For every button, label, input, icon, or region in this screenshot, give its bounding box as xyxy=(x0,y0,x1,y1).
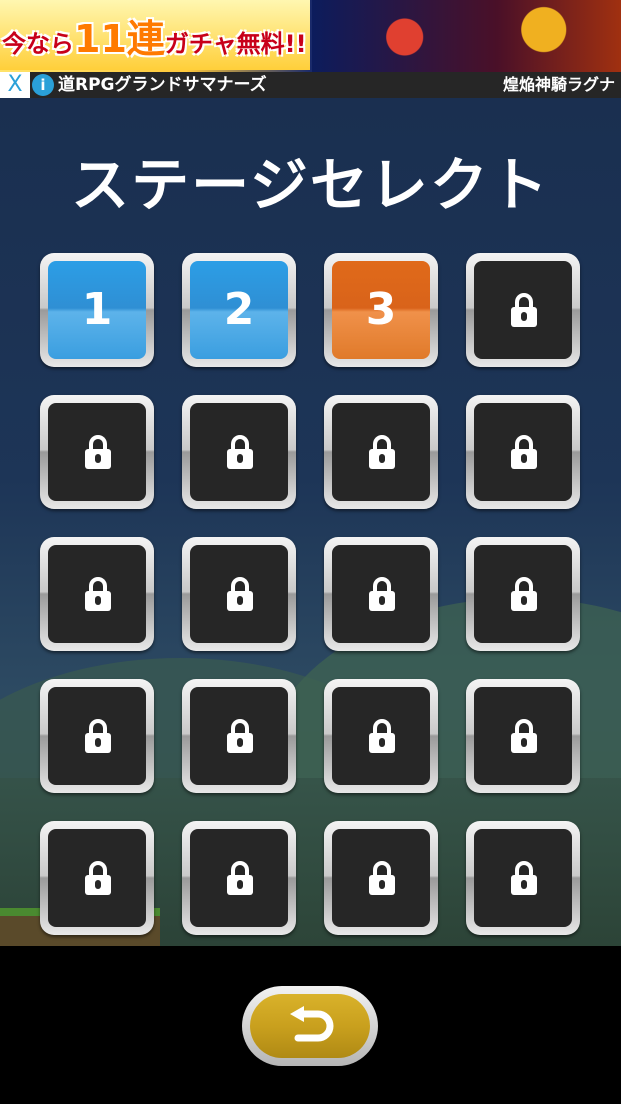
lock-icon xyxy=(511,577,537,611)
lock-icon xyxy=(511,435,537,469)
stage-tile-19[interactable] xyxy=(324,821,438,935)
stage-tile-17[interactable] xyxy=(40,821,154,935)
ad-banner[interactable]: 今なら11連ガチャ無料!! X i 道RPGグランドサマナーズ 煌焔神騎ラグナ xyxy=(0,0,621,98)
stage-tile-5[interactable] xyxy=(40,395,154,509)
stage-tile-6[interactable] xyxy=(182,395,296,509)
stage-tile-2[interactable]: 2 xyxy=(182,253,296,367)
lock-icon xyxy=(511,293,537,327)
stage-tile-face xyxy=(332,687,430,785)
stage-tile-face xyxy=(190,687,288,785)
stage-tile-face xyxy=(190,829,288,927)
stage-tile-face xyxy=(190,403,288,501)
lock-icon xyxy=(85,719,111,753)
stage-tile-18[interactable] xyxy=(182,821,296,935)
stage-tile-12[interactable] xyxy=(466,537,580,651)
ad-promo-count: 11連 xyxy=(74,17,165,61)
stage-tile-face xyxy=(474,403,572,501)
stage-tile-face xyxy=(48,829,146,927)
back-button[interactable] xyxy=(242,986,378,1066)
lock-icon xyxy=(85,577,111,611)
ad-promo-suffix: ガチャ無料!! xyxy=(164,30,307,58)
stage-tile-4[interactable] xyxy=(466,253,580,367)
ad-info-icon[interactable]: i xyxy=(32,74,54,96)
lock-icon xyxy=(227,719,253,753)
ad-close-icon[interactable]: X xyxy=(0,72,30,98)
ad-hero-name: 煌焔神騎ラグナ xyxy=(502,75,615,94)
lock-icon xyxy=(369,435,395,469)
stage-tile-10[interactable] xyxy=(182,537,296,651)
stage-number: 1 xyxy=(81,284,113,335)
stage-select-screen: ステージセレクト 1 2 3 xyxy=(0,98,621,946)
stage-tile-face xyxy=(48,687,146,785)
lock-icon xyxy=(511,861,537,895)
back-arrow-icon xyxy=(290,1006,334,1042)
ad-hero-artwork xyxy=(312,0,621,74)
stage-tile-face xyxy=(474,829,572,927)
lock-icon xyxy=(369,861,395,895)
stage-tile-20[interactable] xyxy=(466,821,580,935)
ad-promo-area: 今なら11連ガチャ無料!! xyxy=(0,0,310,70)
stage-tile-face xyxy=(48,403,146,501)
stage-tile-face xyxy=(474,545,572,643)
lock-icon xyxy=(85,435,111,469)
lock-icon xyxy=(227,861,253,895)
stage-tile-face: 1 xyxy=(48,261,146,359)
ad-promo-text: 今なら11連ガチャ無料!! xyxy=(2,8,307,63)
lock-icon xyxy=(227,577,253,611)
lock-icon xyxy=(369,719,395,753)
back-button-face xyxy=(250,994,370,1058)
page-title: ステージセレクト xyxy=(71,151,550,219)
stage-tile-3[interactable]: 3 xyxy=(324,253,438,367)
stage-tile-15[interactable] xyxy=(324,679,438,793)
stage-tile-face xyxy=(474,261,572,359)
stage-tile-7[interactable] xyxy=(324,395,438,509)
stage-tile-11[interactable] xyxy=(324,537,438,651)
stage-tile-1[interactable]: 1 xyxy=(40,253,154,367)
lock-icon xyxy=(227,435,253,469)
ad-game-name: 道RPGグランドサマナーズ xyxy=(58,75,267,95)
stage-number: 2 xyxy=(223,284,255,335)
stage-tile-face xyxy=(332,829,430,927)
lock-icon xyxy=(511,719,537,753)
stage-tile-face xyxy=(48,545,146,643)
stage-tile-16[interactable] xyxy=(466,679,580,793)
stage-number: 3 xyxy=(365,284,397,335)
stage-tile-face xyxy=(332,403,430,501)
stage-tile-9[interactable] xyxy=(40,537,154,651)
stage-tile-face: 2 xyxy=(190,261,288,359)
stage-tile-face xyxy=(474,687,572,785)
lock-icon xyxy=(369,577,395,611)
lock-icon xyxy=(85,861,111,895)
stage-tile-8[interactable] xyxy=(466,395,580,509)
stage-tile-face xyxy=(190,545,288,643)
stage-tile-14[interactable] xyxy=(182,679,296,793)
stage-tile-face: 3 xyxy=(332,261,430,359)
stage-tile-face xyxy=(332,545,430,643)
ad-promo-prefix: 今なら xyxy=(2,30,74,58)
stage-tile-13[interactable] xyxy=(40,679,154,793)
